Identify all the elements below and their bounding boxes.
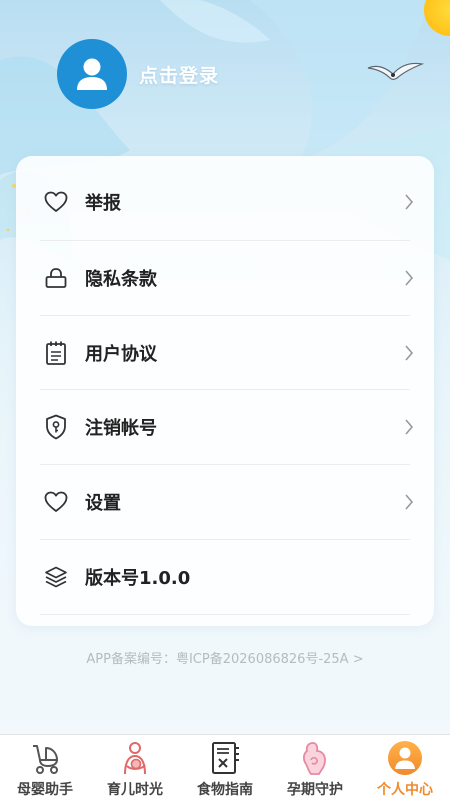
menu-item-version: 版本号1.0.0: [42, 539, 424, 614]
icp-record-link[interactable]: APP备案编号：粤ICP备2026086826号-25A >: [0, 648, 450, 667]
heart-icon: [42, 188, 70, 216]
shield-key-icon: [42, 413, 70, 441]
chevron-right-icon: [405, 193, 414, 210]
menu-item-label: 设置: [85, 492, 121, 514]
profile-header[interactable]: 点击登录: [57, 39, 219, 109]
menu-item-privacy[interactable]: 隐私条款: [42, 240, 424, 315]
seagull-icon: [367, 62, 424, 81]
chevron-right-icon: [405, 418, 414, 435]
bottom-tab-bar: 母婴助手 育儿时光 食物指南 孕期守护 个人中心: [0, 734, 450, 800]
menu-item-user-agreement[interactable]: 用户协议: [42, 315, 424, 390]
tab-label: 育儿时光: [107, 782, 163, 798]
menu-item-settings[interactable]: 设置: [42, 464, 424, 539]
chevron-right-icon: [405, 344, 414, 361]
menu-item-label: 举报: [85, 192, 121, 214]
tab-personal-center[interactable]: 个人中心: [360, 735, 450, 800]
notepad-icon: [42, 339, 70, 367]
tab-label: 母婴助手: [17, 782, 73, 798]
stroller-icon: [25, 738, 65, 778]
chevron-right-icon: [405, 269, 414, 286]
tab-label: 食物指南: [197, 782, 253, 798]
avatar[interactable]: [57, 39, 127, 109]
menu-card: 举报 隐私条款 用户协议 注销帐号 设置 版本号1.0.0: [16, 156, 434, 626]
heart-icon: [42, 488, 70, 516]
lock-icon: [42, 264, 70, 292]
tab-parenting-time[interactable]: 育儿时光: [90, 735, 180, 800]
menu-item-label: 注销帐号: [85, 417, 157, 439]
user-icon: [77, 58, 107, 90]
pregnancy-icon: [295, 738, 335, 778]
menu-item-label: 隐私条款: [85, 268, 157, 290]
tab-label: 个人中心: [377, 782, 433, 798]
tab-label: 孕期守护: [287, 782, 343, 798]
menu-item-report[interactable]: 举报: [42, 164, 424, 239]
profile-icon: [385, 738, 425, 778]
menu-item-delete-account[interactable]: 注销帐号: [42, 389, 424, 464]
chevron-right-icon: [405, 493, 414, 510]
menu-item-label: 用户协议: [85, 343, 157, 365]
version-label: 版本号1.0.0: [85, 567, 191, 589]
tab-food-guide[interactable]: 食物指南: [180, 735, 270, 800]
tab-mother-baby-assistant[interactable]: 母婴助手: [0, 735, 90, 800]
tab-pregnancy-care[interactable]: 孕期守护: [270, 735, 360, 800]
divider: [40, 614, 410, 615]
login-link[interactable]: 点击登录: [139, 61, 219, 88]
mother-baby-icon: [115, 738, 155, 778]
layers-icon: [42, 563, 70, 591]
food-guide-icon: [205, 738, 245, 778]
